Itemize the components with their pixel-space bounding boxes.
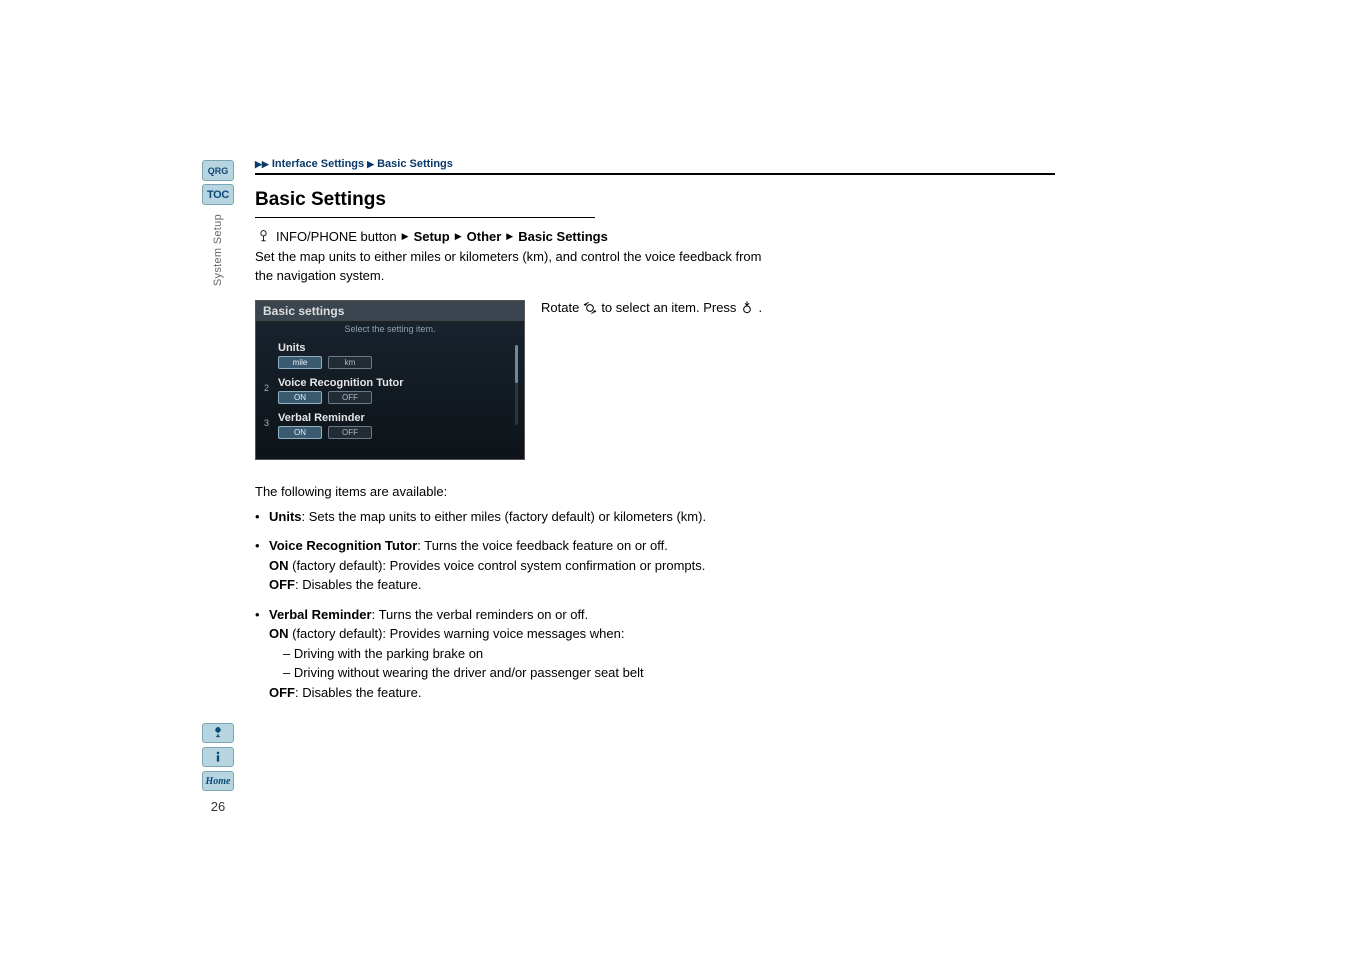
voice-icon[interactable] <box>202 723 234 743</box>
home-button[interactable]: Home <box>202 771 234 791</box>
vrt-label: Voice Recognition Tutor <box>278 377 502 389</box>
nav-path: INFO/PHONE button ▶ Setup ▶ Other ▶ Basi… <box>255 228 1055 244</box>
path-setup: Setup <box>414 229 450 244</box>
item-label: Units <box>269 509 302 524</box>
triangle-icon: ▶▶ <box>255 159 269 170</box>
page-number: 26 <box>211 799 225 814</box>
screen-subtitle: Select the setting item. <box>256 322 524 339</box>
divider <box>255 173 1055 175</box>
path-other: Other <box>467 229 502 244</box>
item-dash: – Driving with the parking brake on <box>269 646 483 661</box>
settings-screenshot: Basic settings Select the setting item. … <box>255 300 525 460</box>
item-desc: : Turns the voice feedback feature on or… <box>417 538 668 553</box>
scrollbar <box>515 345 518 425</box>
verbal-label: Verbal Reminder <box>278 412 502 424</box>
units-mile-toggle: mile <box>278 356 322 369</box>
units-row: Units mile km <box>278 342 502 369</box>
triangle-icon: ▶ <box>367 159 374 170</box>
units-km-toggle: km <box>328 356 372 369</box>
press-dial-icon <box>739 300 755 316</box>
triangle-icon: ▶ <box>455 231 462 242</box>
row-number: 3 <box>264 418 269 428</box>
page-title: Basic Settings <box>255 189 1055 211</box>
item-on-desc: (factory default): Provides voice contro… <box>289 558 706 573</box>
item-off-label: OFF <box>269 685 295 700</box>
triangle-icon: ▶ <box>506 231 513 242</box>
vrt-off-toggle: OFF <box>328 391 372 404</box>
item-on-desc: (factory default): Provides warning voic… <box>289 626 625 641</box>
item-label: Verbal Reminder <box>269 607 372 622</box>
row-number: 2 <box>264 383 269 393</box>
item-desc: : Sets the map units to either miles (fa… <box>302 509 707 524</box>
instruction-text: Rotate <box>541 300 579 315</box>
item-desc: : Turns the verbal reminders on or off. <box>372 607 589 622</box>
units-label: Units <box>278 342 502 354</box>
info-phone-icon <box>255 228 271 244</box>
section-label: System Setup <box>212 214 224 286</box>
item-off-label: OFF <box>269 577 295 592</box>
vrt-on-toggle: ON <box>278 391 322 404</box>
triangle-icon: ▶ <box>402 231 409 242</box>
item-list: Units: Sets the map units to either mile… <box>255 507 1055 703</box>
verbal-off-toggle: OFF <box>328 426 372 439</box>
item-label: Voice Recognition Tutor <box>269 538 417 553</box>
verbal-on-toggle: ON <box>278 426 322 439</box>
rotate-instruction: Rotate to select an item. Press . <box>541 300 762 316</box>
item-off-desc: : Disables the feature. <box>295 685 421 700</box>
list-item: Voice Recognition Tutor: Turns the voice… <box>255 536 795 595</box>
list-item: Units: Sets the map units to either mile… <box>255 507 795 527</box>
item-off-desc: : Disables the feature. <box>295 577 421 592</box>
verbal-row: 3 Verbal Reminder ON OFF <box>278 412 502 439</box>
divider <box>255 217 595 218</box>
item-on-label: ON <box>269 558 289 573</box>
qrg-button[interactable]: QRG <box>202 160 234 181</box>
item-on-label: ON <box>269 626 289 641</box>
vrt-row: 2 Voice Recognition Tutor ON OFF <box>278 377 502 404</box>
items-intro: The following items are available: <box>255 484 1055 499</box>
breadcrumb-seg2: Basic Settings <box>377 158 453 170</box>
instruction-text: . <box>758 300 762 315</box>
breadcrumb: ▶▶ Interface Settings ▶ Basic Settings <box>255 158 1055 170</box>
breadcrumb-seg1: Interface Settings <box>272 158 364 170</box>
screen-title: Basic settings <box>256 301 524 322</box>
toc-button[interactable]: TOC <box>202 184 234 205</box>
path-button: INFO/PHONE button <box>276 229 397 244</box>
instruction-text: to select an item. Press <box>601 300 736 315</box>
list-item: Verbal Reminder: Turns the verbal remind… <box>255 605 795 703</box>
info-icon[interactable] <box>202 747 234 767</box>
intro-text: Set the map units to either miles or kil… <box>255 248 765 286</box>
item-dash: – Driving without wearing the driver and… <box>269 665 644 680</box>
rotate-dial-icon <box>582 300 598 316</box>
path-basic: Basic Settings <box>518 229 608 244</box>
